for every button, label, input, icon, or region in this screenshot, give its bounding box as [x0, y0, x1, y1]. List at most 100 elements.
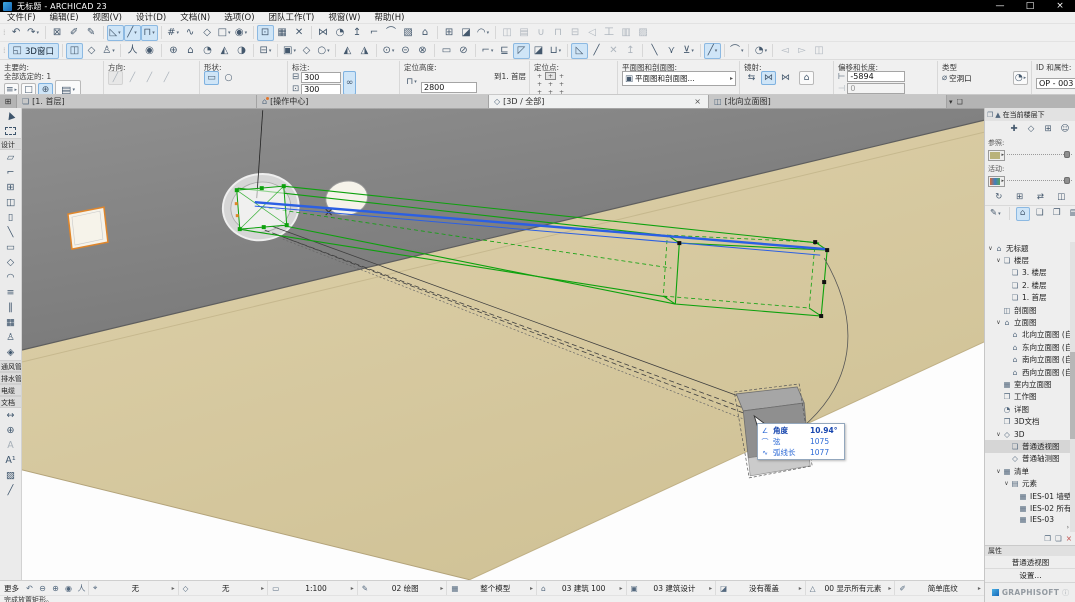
pickup-parameters-icon[interactable]: ✐	[66, 25, 83, 41]
perspective-icon[interactable]: ◫	[66, 43, 83, 59]
direction-vertical-icon[interactable]: ╱	[125, 71, 140, 85]
editing-plane-icon[interactable]: ⊓▾	[141, 25, 158, 41]
arrow-tool[interactable]: ▶	[0, 108, 21, 123]
mirror-right-icon[interactable]: ⋈	[778, 71, 793, 85]
next-view-icon[interactable]: ▻	[793, 43, 810, 59]
tab-panel-icon[interactable]: ❏	[957, 98, 963, 106]
toolbox-section-label[interactable]: 设计	[0, 138, 21, 150]
fit-in-window-icon[interactable]: ⊕	[165, 43, 182, 59]
segment-icon[interactable]: ╱	[588, 43, 605, 59]
tree-scrollbar[interactable]	[1070, 242, 1075, 532]
look-around-icon[interactable]: ◉	[141, 43, 158, 59]
delete-icon[interactable]: ✕	[291, 25, 308, 41]
tree-item[interactable]: ⌂北向立面图 (自动重建)	[985, 329, 1071, 341]
door-tool[interactable]: ⌐	[0, 165, 21, 180]
tree-caret-icon[interactable]: ∨	[995, 431, 1002, 438]
model-filter-select[interactable]: ▦整个模型▸	[446, 581, 536, 595]
tab-3d-all[interactable]: ◇[3D / 全部]×	[489, 95, 709, 108]
tree-item[interactable]: ❐3D文档	[985, 415, 1071, 427]
ruler-icon[interactable]: ◸	[513, 43, 530, 59]
tree-item[interactable]: ▦室内立面图	[985, 378, 1071, 390]
tree-item[interactable]: ◔详图	[985, 403, 1071, 415]
resize-icon[interactable]: ▧	[400, 25, 417, 41]
guide-icon[interactable]: ◺	[571, 43, 588, 59]
trace-reference-header[interactable]: ❐ ▲ 在当前楼层下	[985, 108, 1075, 121]
reference-opacity-slider[interactable]	[1007, 150, 1072, 160]
tree-item[interactable]: ❏2. 楼层	[985, 279, 1071, 291]
tree-item[interactable]: ❐工作图	[985, 391, 1071, 403]
wall-tool[interactable]: ▱	[0, 150, 21, 165]
magic-wand-icon[interactable]: ◔▾	[752, 43, 769, 59]
tree-item[interactable]: ❏1. 首层	[985, 292, 1071, 304]
anchor-point-grid[interactable]: +++++++++	[534, 72, 614, 94]
split-trace-icon[interactable]: ⊞	[1041, 122, 1055, 136]
tab-north-elevation[interactable]: ◫[北向立面图]	[709, 95, 947, 108]
extend-icon[interactable]: ↥	[622, 43, 639, 59]
marquee-tool[interactable]	[0, 123, 21, 138]
tree-caret-icon[interactable]: ∨	[995, 319, 1002, 326]
move-icon[interactable]: ⌂	[417, 25, 434, 41]
plan-display-dropdown[interactable]: ▣ 平面图和剖面图... ▸	[622, 71, 736, 86]
object-tool[interactable]: ♙	[0, 330, 21, 345]
opening-settings-button[interactable]: ◔▸	[1013, 71, 1028, 85]
dock-palette-icon[interactable]: ❐	[1044, 534, 1051, 543]
toolbar-handle[interactable]: ⁞	[3, 28, 6, 37]
tree-item[interactable]: ∨⌂无标题	[985, 242, 1071, 254]
tree-item[interactable]: ▦IES-01 墙壁一览表	[985, 490, 1071, 502]
fill-tool[interactable]: ▨	[0, 468, 21, 483]
minimize-button[interactable]: —	[985, 0, 1015, 12]
split-icon[interactable]: ⋈	[315, 25, 332, 41]
walk-mode-icon[interactable]: 人	[124, 43, 141, 59]
detail-marker-icon[interactable]: ◁	[584, 25, 601, 41]
length-input[interactable]	[847, 83, 905, 94]
cutaway-icon[interactable]: ⊟▾	[257, 43, 274, 59]
tree-item[interactable]: ▦IES-02 所有的开口	[985, 502, 1071, 514]
redo-icon[interactable]: ↷▾	[25, 25, 42, 41]
sun-settings-icon[interactable]: ◭	[216, 43, 233, 59]
tree-item[interactable]: ⌂南向立面图 (自动重建)	[985, 354, 1071, 366]
menu-item[interactable]: 选项(O)	[217, 12, 261, 24]
text-tool[interactable]: A	[0, 438, 21, 453]
rotate-trace-icon[interactable]: ◇	[1024, 122, 1038, 136]
scale-select[interactable]: ▭1:100▸	[267, 581, 357, 595]
explore-icon[interactable]: 人	[75, 583, 88, 594]
anchor-cell-4[interactable]: +	[545, 80, 556, 88]
slab-tool[interactable]: ▭	[0, 240, 21, 255]
inject-parameters-icon[interactable]: ✎	[83, 25, 100, 41]
schedule-icon[interactable]: ▥	[618, 25, 635, 41]
opening-default-button[interactable]: ▤▾	[55, 80, 81, 94]
zoom-in-icon[interactable]: ⊕	[49, 584, 62, 593]
swap-icon[interactable]: ⇄	[1033, 190, 1047, 204]
intersect-icon[interactable]: ⌐	[366, 25, 383, 41]
trim-icon[interactable]: ✕	[605, 43, 622, 59]
close-button[interactable]: ×	[1045, 0, 1075, 12]
toolbox-section-label[interactable]: 文档	[0, 396, 21, 408]
toolbox-section-label[interactable]: 电缆	[0, 384, 21, 396]
grid-snap-icon[interactable]: #▾	[165, 25, 182, 41]
shell-tool[interactable]: ◠	[0, 270, 21, 285]
menu-item[interactable]: 视图(V)	[86, 12, 129, 24]
active-opacity-slider[interactable]	[1007, 176, 1072, 186]
view-map-icon[interactable]: ❏	[1033, 207, 1047, 221]
scrollbar-thumb[interactable]	[1070, 352, 1075, 439]
elevation-input[interactable]	[421, 82, 477, 93]
anchor-cell-3[interactable]: +	[534, 80, 545, 88]
current-view-name[interactable]: 普通透视图	[985, 556, 1075, 569]
radial-dimension-tool[interactable]: ⊕	[0, 423, 21, 438]
dimension-style-select[interactable]: ◇无▸	[178, 581, 268, 595]
handles-icon[interactable]: ◪	[530, 43, 547, 59]
organizer-icon[interactable]: ⊔▾	[547, 43, 564, 59]
snap-point-icon[interactable]: ╲	[646, 43, 663, 59]
menu-item[interactable]: 编辑(E)	[43, 12, 86, 24]
gravity-icon[interactable]: ∿	[182, 25, 199, 41]
toolbar-handle[interactable]: ⁞	[3, 46, 6, 55]
shadow-icon[interactable]: ◑	[233, 43, 250, 59]
maximize-button[interactable]: □	[1015, 0, 1045, 12]
menu-item[interactable]: 团队工作(T)	[262, 12, 322, 24]
bounding-box-icon[interactable]: ◇	[298, 43, 315, 59]
eraser-icon[interactable]: ⊠	[49, 25, 66, 41]
layout-icon[interactable]: ⊑	[496, 43, 513, 59]
rotated-grid-icon[interactable]: ⊡	[257, 25, 274, 41]
mirror-left-icon[interactable]: ⋈	[761, 71, 776, 85]
3d-window-button[interactable]: ◱3D窗口	[8, 43, 59, 59]
